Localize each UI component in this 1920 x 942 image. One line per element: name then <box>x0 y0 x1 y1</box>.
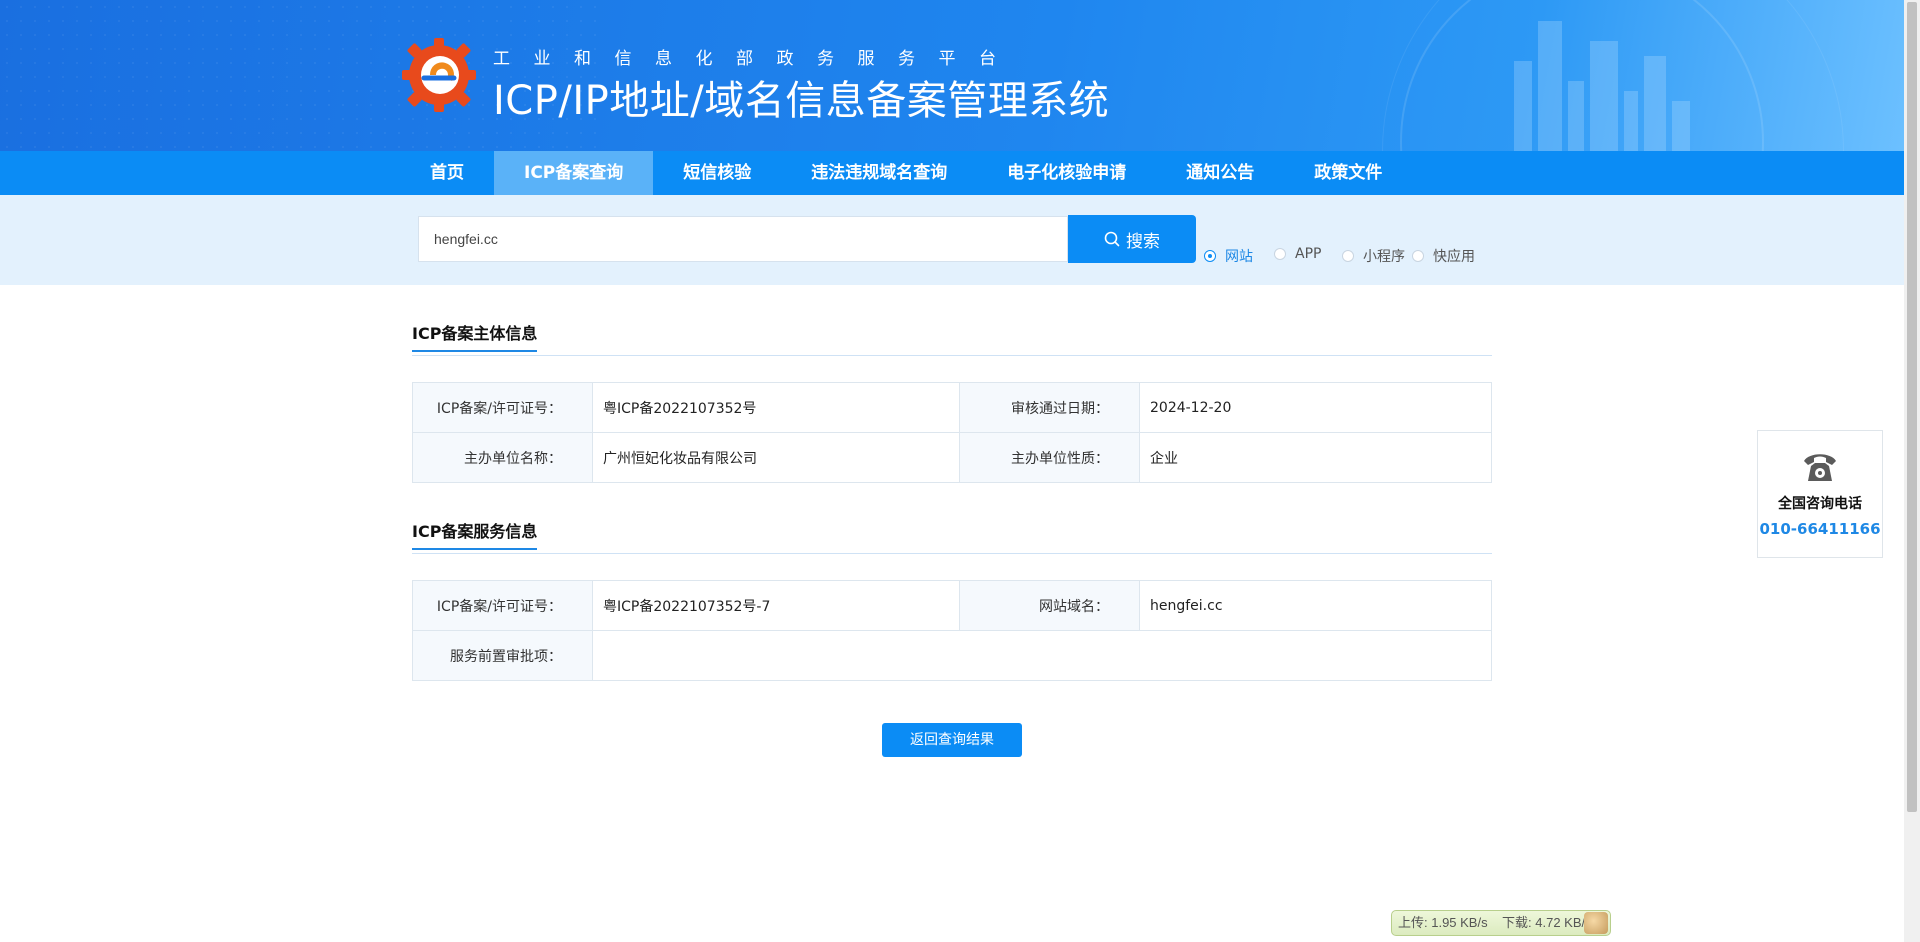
table-row: ICP备案/许可证号： 粤ICP备2022107352号-7 网站域名： hen… <box>412 580 1492 631</box>
field-value: 粤ICP备2022107352号-7 <box>592 580 960 631</box>
radio-circle <box>1342 250 1354 262</box>
field-value <box>592 630 1492 681</box>
table-row: ICP备案/许可证号： 粤ICP备2022107352号 审核通过日期： 202… <box>412 382 1492 433</box>
radio-label: 网站 <box>1225 249 1253 265</box>
service-info-table: ICP备案/许可证号： 粤ICP备2022107352号-7 网站域名： hen… <box>412 580 1492 681</box>
download-speed: 下载: 4.72 KB/s <box>1502 915 1592 930</box>
search-button-label: 搜索 <box>1126 231 1160 252</box>
system-title: ICP/IP地址/域名信息备案管理系统 <box>493 78 1110 124</box>
field-label: 主办单位性质： <box>959 432 1140 483</box>
nav-item-notices[interactable]: 通知公告 <box>1156 151 1284 195</box>
back-to-results-button[interactable]: 返回查询结果 <box>882 723 1022 757</box>
field-value: hengfei.cc <box>1139 580 1492 631</box>
header-banner: 工业和信息化部政务服务平台 ICP/IP地址/域名信息备案管理系统 <box>0 0 1904 151</box>
hotline-number: 010-66411166 <box>1759 520 1881 538</box>
radio-label: APP <box>1295 246 1322 262</box>
radio-circle <box>1412 250 1424 262</box>
nav-item-icp-query[interactable]: ICP备案查询 <box>494 151 654 195</box>
radio-circle <box>1274 248 1286 260</box>
scrollbar-thumb[interactable] <box>1907 2 1917 812</box>
hotline-label: 全国咨询电话 <box>1778 496 1862 512</box>
page-scrollbar[interactable] <box>1904 0 1920 942</box>
section-divider <box>412 355 1492 356</box>
ministry-gear-logo-icon <box>402 38 476 112</box>
subject-info-heading: ICP备案主体信息 <box>412 320 538 352</box>
nav-item-electronic-verify[interactable]: 电子化核验申请 <box>977 151 1156 195</box>
radio-label: 快应用 <box>1433 249 1475 265</box>
header-subtitle: 工业和信息化部政务服务平台 <box>493 49 1020 69</box>
field-value: 粤ICP备2022107352号 <box>592 382 960 433</box>
field-label: 主办单位名称： <box>412 432 593 483</box>
radio-app[interactable]: APP <box>1274 246 1321 262</box>
network-speed-widget: 上传: 1.95 KB/s 下载: 4.72 KB/s <box>1391 910 1611 936</box>
field-label: 审核通过日期： <box>959 382 1140 433</box>
upload-speed: 上传: 1.95 KB/s <box>1398 915 1488 930</box>
field-label: 服务前置审批项： <box>412 630 593 681</box>
nav-item-sms-verify[interactable]: 短信核验 <box>653 151 781 195</box>
nav-item-policy-docs[interactable]: 政策文件 <box>1284 151 1412 195</box>
radio-mini-program[interactable]: 小程序 <box>1342 246 1405 266</box>
search-icon <box>1104 231 1120 247</box>
table-row: 主办单位名称： 广州恒妃化妆品有限公司 主办单位性质： 企业 <box>412 432 1492 483</box>
table-row: 服务前置审批项： <box>412 630 1492 681</box>
radio-label: 小程序 <box>1363 249 1405 265</box>
field-label: ICP备案/许可证号： <box>412 382 593 433</box>
city-skyline-illustration <box>1494 11 1714 151</box>
subject-info-table: ICP备案/许可证号： 粤ICP备2022107352号 审核通过日期： 202… <box>412 382 1492 483</box>
radio-quick-app[interactable]: 快应用 <box>1412 246 1475 266</box>
hotline-widget: 全国咨询电话 010-66411166 <box>1757 430 1883 558</box>
service-info-heading: ICP备案服务信息 <box>412 518 538 550</box>
section-divider <box>412 553 1492 554</box>
telephone-icon <box>1804 454 1836 481</box>
radio-circle <box>1204 250 1216 262</box>
nav-item-illegal-domain-query[interactable]: 违法违规域名查询 <box>781 151 977 195</box>
field-label: ICP备案/许可证号： <box>412 580 593 631</box>
main-nav: 首页 ICP备案查询 短信核验 违法违规域名查询 电子化核验申请 通知公告 政策… <box>0 151 1904 195</box>
field-value: 广州恒妃化妆品有限公司 <box>592 432 960 483</box>
avatar <box>1584 912 1608 934</box>
radio-website[interactable]: 网站 <box>1204 246 1253 266</box>
search-button[interactable]: 搜索 <box>1068 215 1196 263</box>
field-label: 网站域名： <box>959 580 1140 631</box>
search-input[interactable]: hengfei.cc <box>418 216 1068 262</box>
nav-item-home[interactable]: 首页 <box>400 151 494 195</box>
field-value: 企业 <box>1139 432 1492 483</box>
field-value: 2024-12-20 <box>1139 382 1492 433</box>
